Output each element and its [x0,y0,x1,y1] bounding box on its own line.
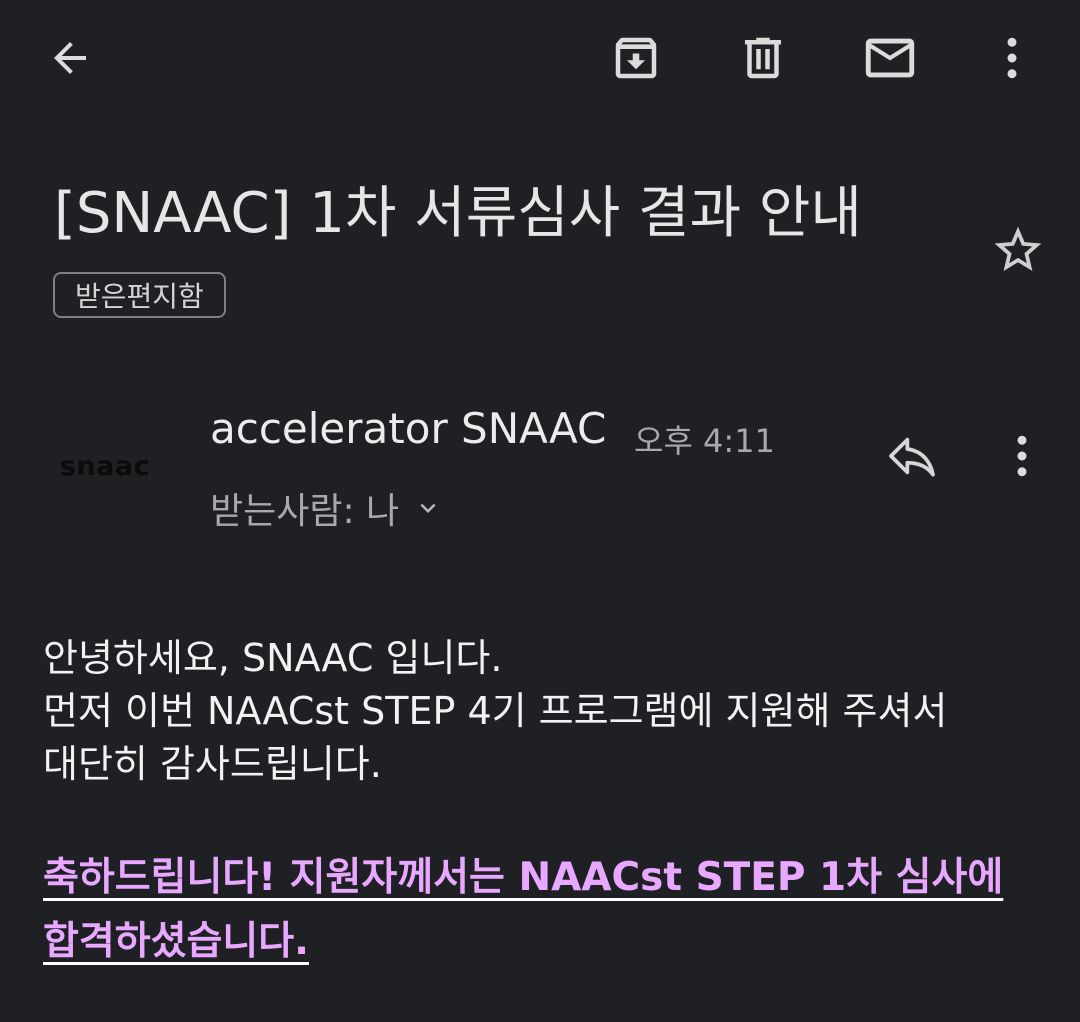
back-button[interactable] [34,22,106,94]
top-app-bar [0,0,1080,120]
trash-icon [745,37,781,79]
message-more-button[interactable] [986,420,1058,492]
delete-button[interactable] [727,22,799,94]
star-outline-icon [994,226,1042,271]
congratulation-link[interactable]: 축하드립니다! 지원자께서는 NAACst STEP 1차 심사에 합격하셨습니… [43,846,1053,974]
email-detail-screen: [SNAAC] 1차 서류심사 결과 안내 받은편지함 snaac accele… [0,0,1080,1022]
arrow-left-icon [54,42,86,74]
email-subject: [SNAAC] 1차 서류심사 결과 안내 [54,181,862,246]
reply-icon [889,437,935,477]
more-vert-icon [1017,435,1027,477]
mail-icon [865,38,915,78]
email-body: 안녕하세요, SNAAC 입니다. 먼저 이번 NAACst STEP 4기 프… [43,632,1043,791]
sender-name: accelerator SNAAC [210,404,607,453]
archive-icon [615,37,657,79]
sent-time: 오후 4:11 [634,422,775,460]
snaac-logo: snaac [59,450,151,482]
mark-unread-button[interactable] [854,22,926,94]
body-line: 먼저 이번 NAACst STEP 4기 프로그램에 지원해 주셔서 [43,689,948,733]
star-button[interactable] [982,214,1054,286]
body-line: 대단히 감사드립니다. [43,742,382,786]
more-vert-icon [1007,37,1017,79]
archive-button[interactable] [600,22,672,94]
more-options-button[interactable] [976,22,1048,94]
body-line: 안녕하세요, SNAAC 입니다. [43,636,503,680]
highlight-line: 합격하셨습니다. [43,919,309,964]
recipients-text: 받는사람: 나 [210,491,400,532]
reply-button[interactable] [876,420,948,492]
highlight-line: 축하드립니다! 지원자께서는 NAACst STEP 1차 심사에 [43,855,1004,900]
chevron-down-icon [420,503,436,513]
inbox-label-chip[interactable]: 받은편지함 [53,272,226,318]
sender-avatar[interactable]: snaac [52,420,158,512]
recipients-toggle[interactable]: 받는사람: 나 [210,482,443,534]
